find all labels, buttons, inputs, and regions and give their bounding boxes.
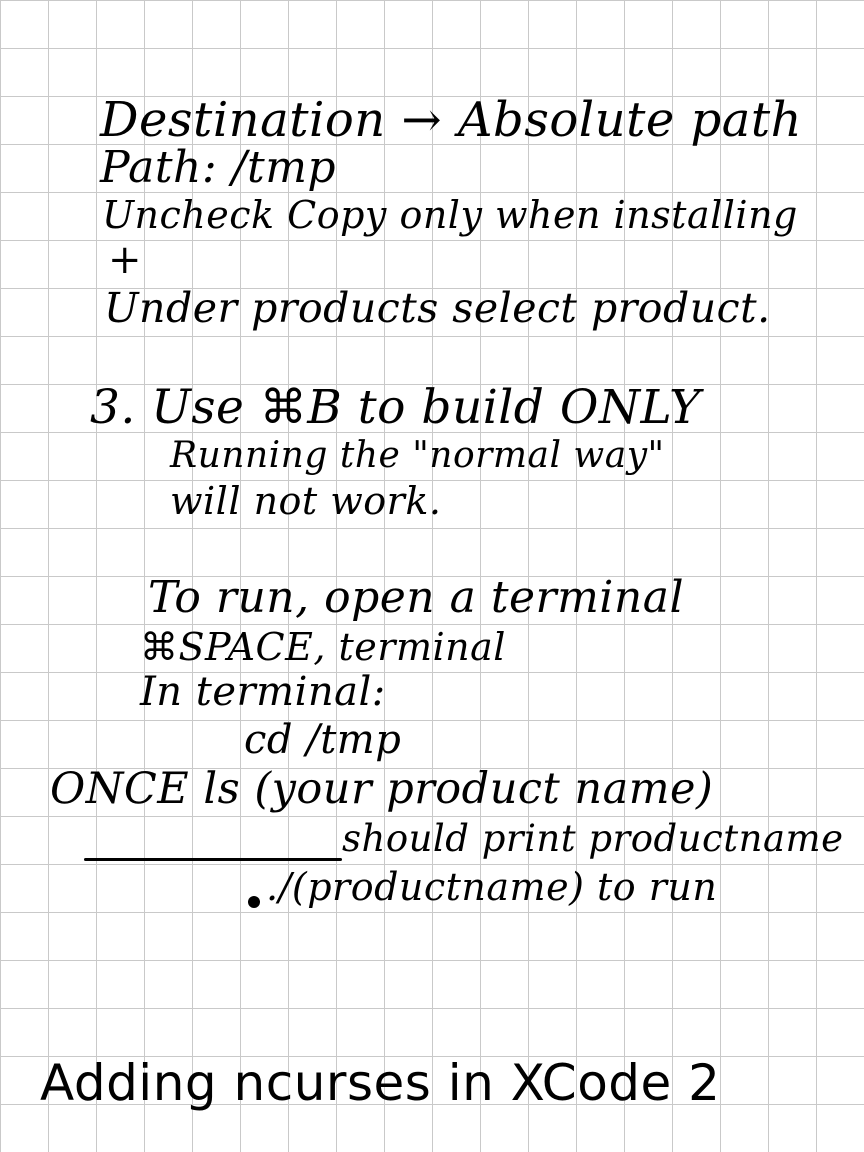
bullet-dot xyxy=(248,896,260,908)
note-line-should-print: should print productname xyxy=(342,817,844,860)
note-line-running: Running the "normal way" xyxy=(170,435,665,476)
page-title: Adding ncurses in XCode 2 xyxy=(40,1054,721,1112)
note-line-to-run: To run, open a terminal xyxy=(148,572,685,623)
note-line-cd-tmp: cd /tmp xyxy=(244,717,402,763)
note-line-cmd-space: ⌘SPACE, terminal xyxy=(140,625,506,669)
note-line-path: Path: /tmp xyxy=(100,142,337,193)
notebook-page: { "notes": { "line1": "Destination → Abs… xyxy=(0,0,864,1152)
note-line-step3: 3. Use ⌘B to build ONLY xyxy=(90,380,701,435)
underline-stroke xyxy=(84,858,342,861)
note-line-once-ls: ONCE ls (your product name) xyxy=(50,764,714,814)
note-line-run-command: ./(productname) to run xyxy=(266,865,718,909)
note-line-destination: Destination → Absolute path xyxy=(100,92,803,148)
note-line-plus: + xyxy=(108,237,143,283)
note-line-will-not-work: will not work. xyxy=(170,479,442,523)
note-line-uncheck: Uncheck Copy only when installing xyxy=(102,193,798,237)
note-line-under-products: Under products select product. xyxy=(104,284,771,332)
note-line-in-terminal: In terminal: xyxy=(140,669,386,715)
